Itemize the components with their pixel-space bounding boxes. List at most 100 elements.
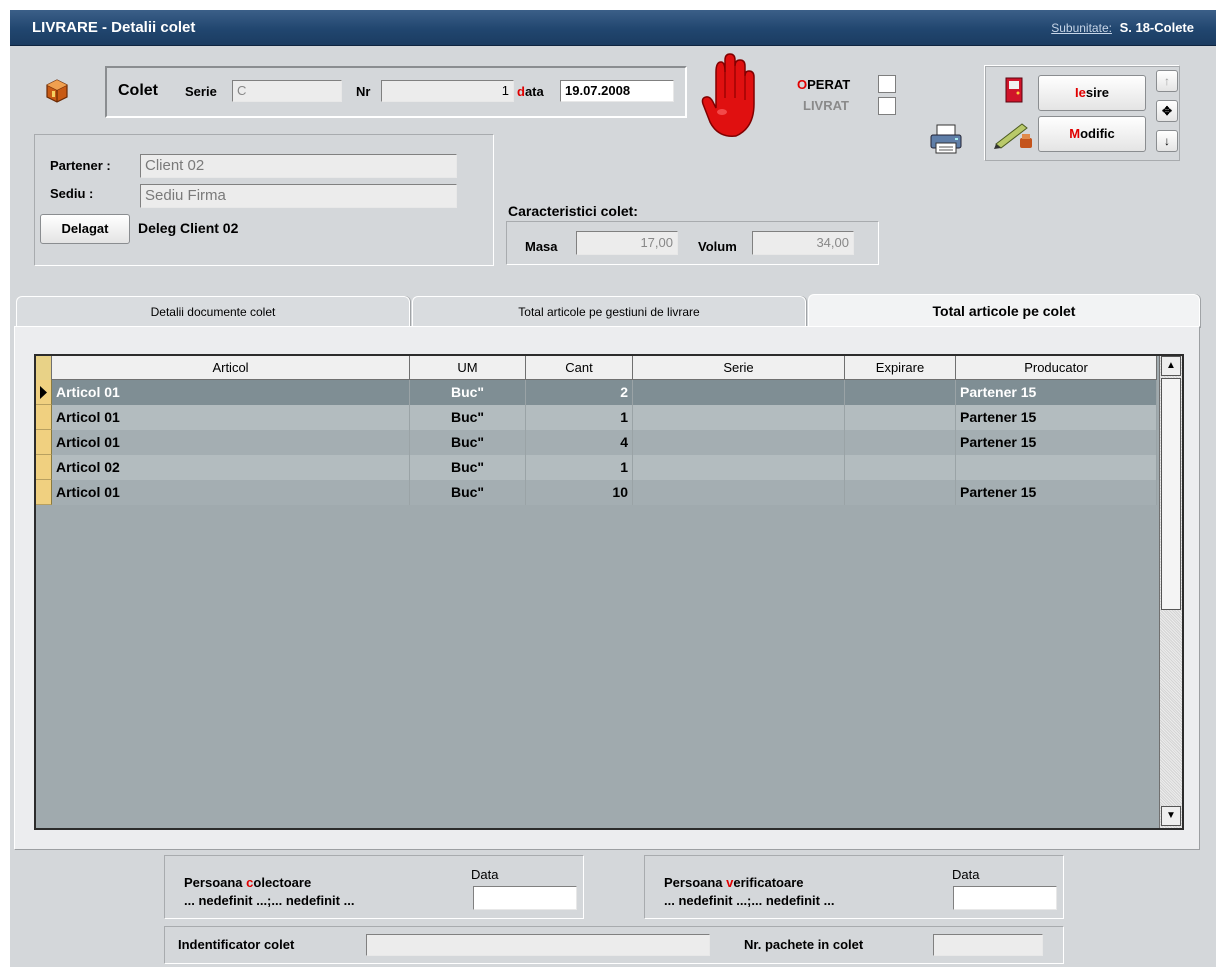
cell-producator: Partener 15 xyxy=(956,380,1157,405)
nr-pachete-field[interactable] xyxy=(933,934,1043,956)
serie-label: Serie xyxy=(185,84,217,99)
exit-door-icon xyxy=(1004,77,1024,106)
data-label-key: d xyxy=(517,84,525,99)
verificatoare-data-field[interactable] xyxy=(953,886,1057,910)
cell-expirare xyxy=(845,380,956,405)
colectoare-label: Persoana colectoare xyxy=(184,875,311,890)
modific-key: M xyxy=(1069,126,1081,141)
data-field[interactable]: 19.07.2008 xyxy=(560,80,674,102)
cell-um: Buc" xyxy=(410,430,526,455)
verificatoare-data-label: Data xyxy=(952,867,980,882)
tab-gestiuni-livrare[interactable]: Total articole pe gestiuni de livrare xyxy=(412,296,806,326)
subunit-indicator: Subunitate: S. 18-Colete xyxy=(1051,20,1194,35)
operat-checkbox[interactable] xyxy=(878,75,896,93)
nav-move-button[interactable]: ✥ xyxy=(1156,100,1178,122)
iesire-rest: sire xyxy=(1085,85,1109,100)
grid-scrollbar[interactable]: ▲ ▼ xyxy=(1159,356,1182,828)
cell-producator: Partener 15 xyxy=(956,480,1157,505)
table-row[interactable]: Articol 01 Buc" 2 Partener 15 xyxy=(36,380,1157,405)
delegat-value: Deleg Client 02 xyxy=(138,220,239,236)
table-row[interactable]: Articol 01 Buc" 4 Partener 15 xyxy=(36,430,1157,455)
grid-header: Articol UM Cant Serie Expirare Producato… xyxy=(36,356,1157,380)
verificatoare-value: ... nedefinit ...;... nedefinit ... xyxy=(664,893,835,908)
colectoare-pre: Persoana xyxy=(184,875,247,890)
nr-field[interactable]: 1 xyxy=(381,80,514,102)
cell-articol: Articol 02 xyxy=(52,455,410,480)
current-row-arrow-icon xyxy=(36,380,52,405)
serie-field[interactable]: C xyxy=(232,80,342,102)
row-indicator xyxy=(36,480,52,505)
scroll-down-icon[interactable]: ▼ xyxy=(1161,806,1181,826)
colectoare-value: ... nedefinit ...;... nedefinit ... xyxy=(184,893,355,908)
nav-down-button[interactable]: ↓ xyxy=(1156,130,1178,152)
masa-field[interactable]: 17,00 xyxy=(576,231,678,255)
nr-pachete-label: Nr. pachete in colet xyxy=(744,937,864,952)
col-um[interactable]: UM xyxy=(410,356,526,380)
iesire-button[interactable]: Iesire xyxy=(1038,75,1146,111)
cell-expirare xyxy=(845,455,956,480)
volum-label: Volum xyxy=(698,239,737,254)
verificatoare-label: Persoana verificatoare xyxy=(664,875,803,890)
partener-field[interactable]: Client 02 xyxy=(140,154,457,178)
cell-cant: 1 xyxy=(526,455,633,480)
sediu-field[interactable]: Sediu Firma xyxy=(140,184,457,208)
cell-producator: Partener 15 xyxy=(956,430,1157,455)
package-icon xyxy=(43,76,71,107)
cell-serie xyxy=(633,480,845,505)
verificatoare-pre: Persoana xyxy=(664,875,727,890)
scroll-up-icon[interactable]: ▲ xyxy=(1161,356,1181,376)
col-cant[interactable]: Cant xyxy=(526,356,633,380)
volum-field[interactable]: 34,00 xyxy=(752,231,854,255)
caracteristici-title: Caracteristici colet: xyxy=(508,203,638,219)
row-indicator xyxy=(36,430,52,455)
cell-um: Buc" xyxy=(410,455,526,480)
colectoare-post: olectoare xyxy=(253,875,312,890)
printer-icon[interactable] xyxy=(929,123,963,158)
delegat-button[interactable]: Delagat xyxy=(40,214,130,244)
col-serie[interactable]: Serie xyxy=(633,356,845,380)
cell-cant: 1 xyxy=(526,405,633,430)
cell-serie xyxy=(633,380,845,405)
window-title: LIVRARE - Detalii colet xyxy=(32,19,196,36)
col-producator[interactable]: Producator xyxy=(956,356,1157,380)
subunit-label[interactable]: Subunitate: xyxy=(1051,21,1112,35)
cell-cant: 2 xyxy=(526,380,633,405)
data-label: data xyxy=(517,84,544,99)
livrat-checkbox[interactable] xyxy=(878,97,896,115)
operat-key: O xyxy=(797,77,808,92)
tab-articole-colet[interactable]: Total articole pe colet xyxy=(808,294,1200,328)
masa-label: Masa xyxy=(525,239,558,254)
operat-label: OPERAT xyxy=(797,77,850,92)
row-indicator xyxy=(36,455,52,480)
cell-articol: Articol 01 xyxy=(52,380,410,405)
nr-label: Nr xyxy=(356,84,371,99)
verificatoare-post: erificatoare xyxy=(733,875,804,890)
partener-label: Partener : xyxy=(50,158,111,173)
cell-expirare xyxy=(845,405,956,430)
cell-articol: Articol 01 xyxy=(52,430,410,455)
col-articol[interactable]: Articol xyxy=(52,356,410,380)
cell-expirare xyxy=(845,480,956,505)
modific-button[interactable]: Modific xyxy=(1038,116,1146,152)
colectoare-data-field[interactable] xyxy=(473,886,577,910)
table-row[interactable]: Articol 01 Buc" 10 Partener 15 xyxy=(36,480,1157,505)
table-row[interactable]: Articol 02 Buc" 1 xyxy=(36,455,1157,480)
row-indicator xyxy=(36,405,52,430)
subunit-value: S. 18-Colete xyxy=(1119,20,1194,35)
cell-cant: 10 xyxy=(526,480,633,505)
cell-serie xyxy=(633,405,845,430)
identificator-field[interactable] xyxy=(366,934,710,956)
colet-label: Colet xyxy=(118,82,158,99)
tab-detalii-documente[interactable]: Detalii documente colet xyxy=(16,296,410,326)
table-row[interactable]: Articol 01 Buc" 1 Partener 15 xyxy=(36,405,1157,430)
cell-cant: 4 xyxy=(526,430,633,455)
cell-articol: Articol 01 xyxy=(52,405,410,430)
cell-producator: Partener 15 xyxy=(956,405,1157,430)
nav-up-button[interactable]: ↑ xyxy=(1156,70,1178,92)
sediu-label: Sediu : xyxy=(50,186,94,201)
livrat-label: LIVRAT xyxy=(803,98,849,113)
scrollbar-thumb[interactable] xyxy=(1161,378,1181,610)
operat-rest: PERAT xyxy=(807,77,851,92)
cell-um: Buc" xyxy=(410,480,526,505)
col-expirare[interactable]: Expirare xyxy=(845,356,956,380)
